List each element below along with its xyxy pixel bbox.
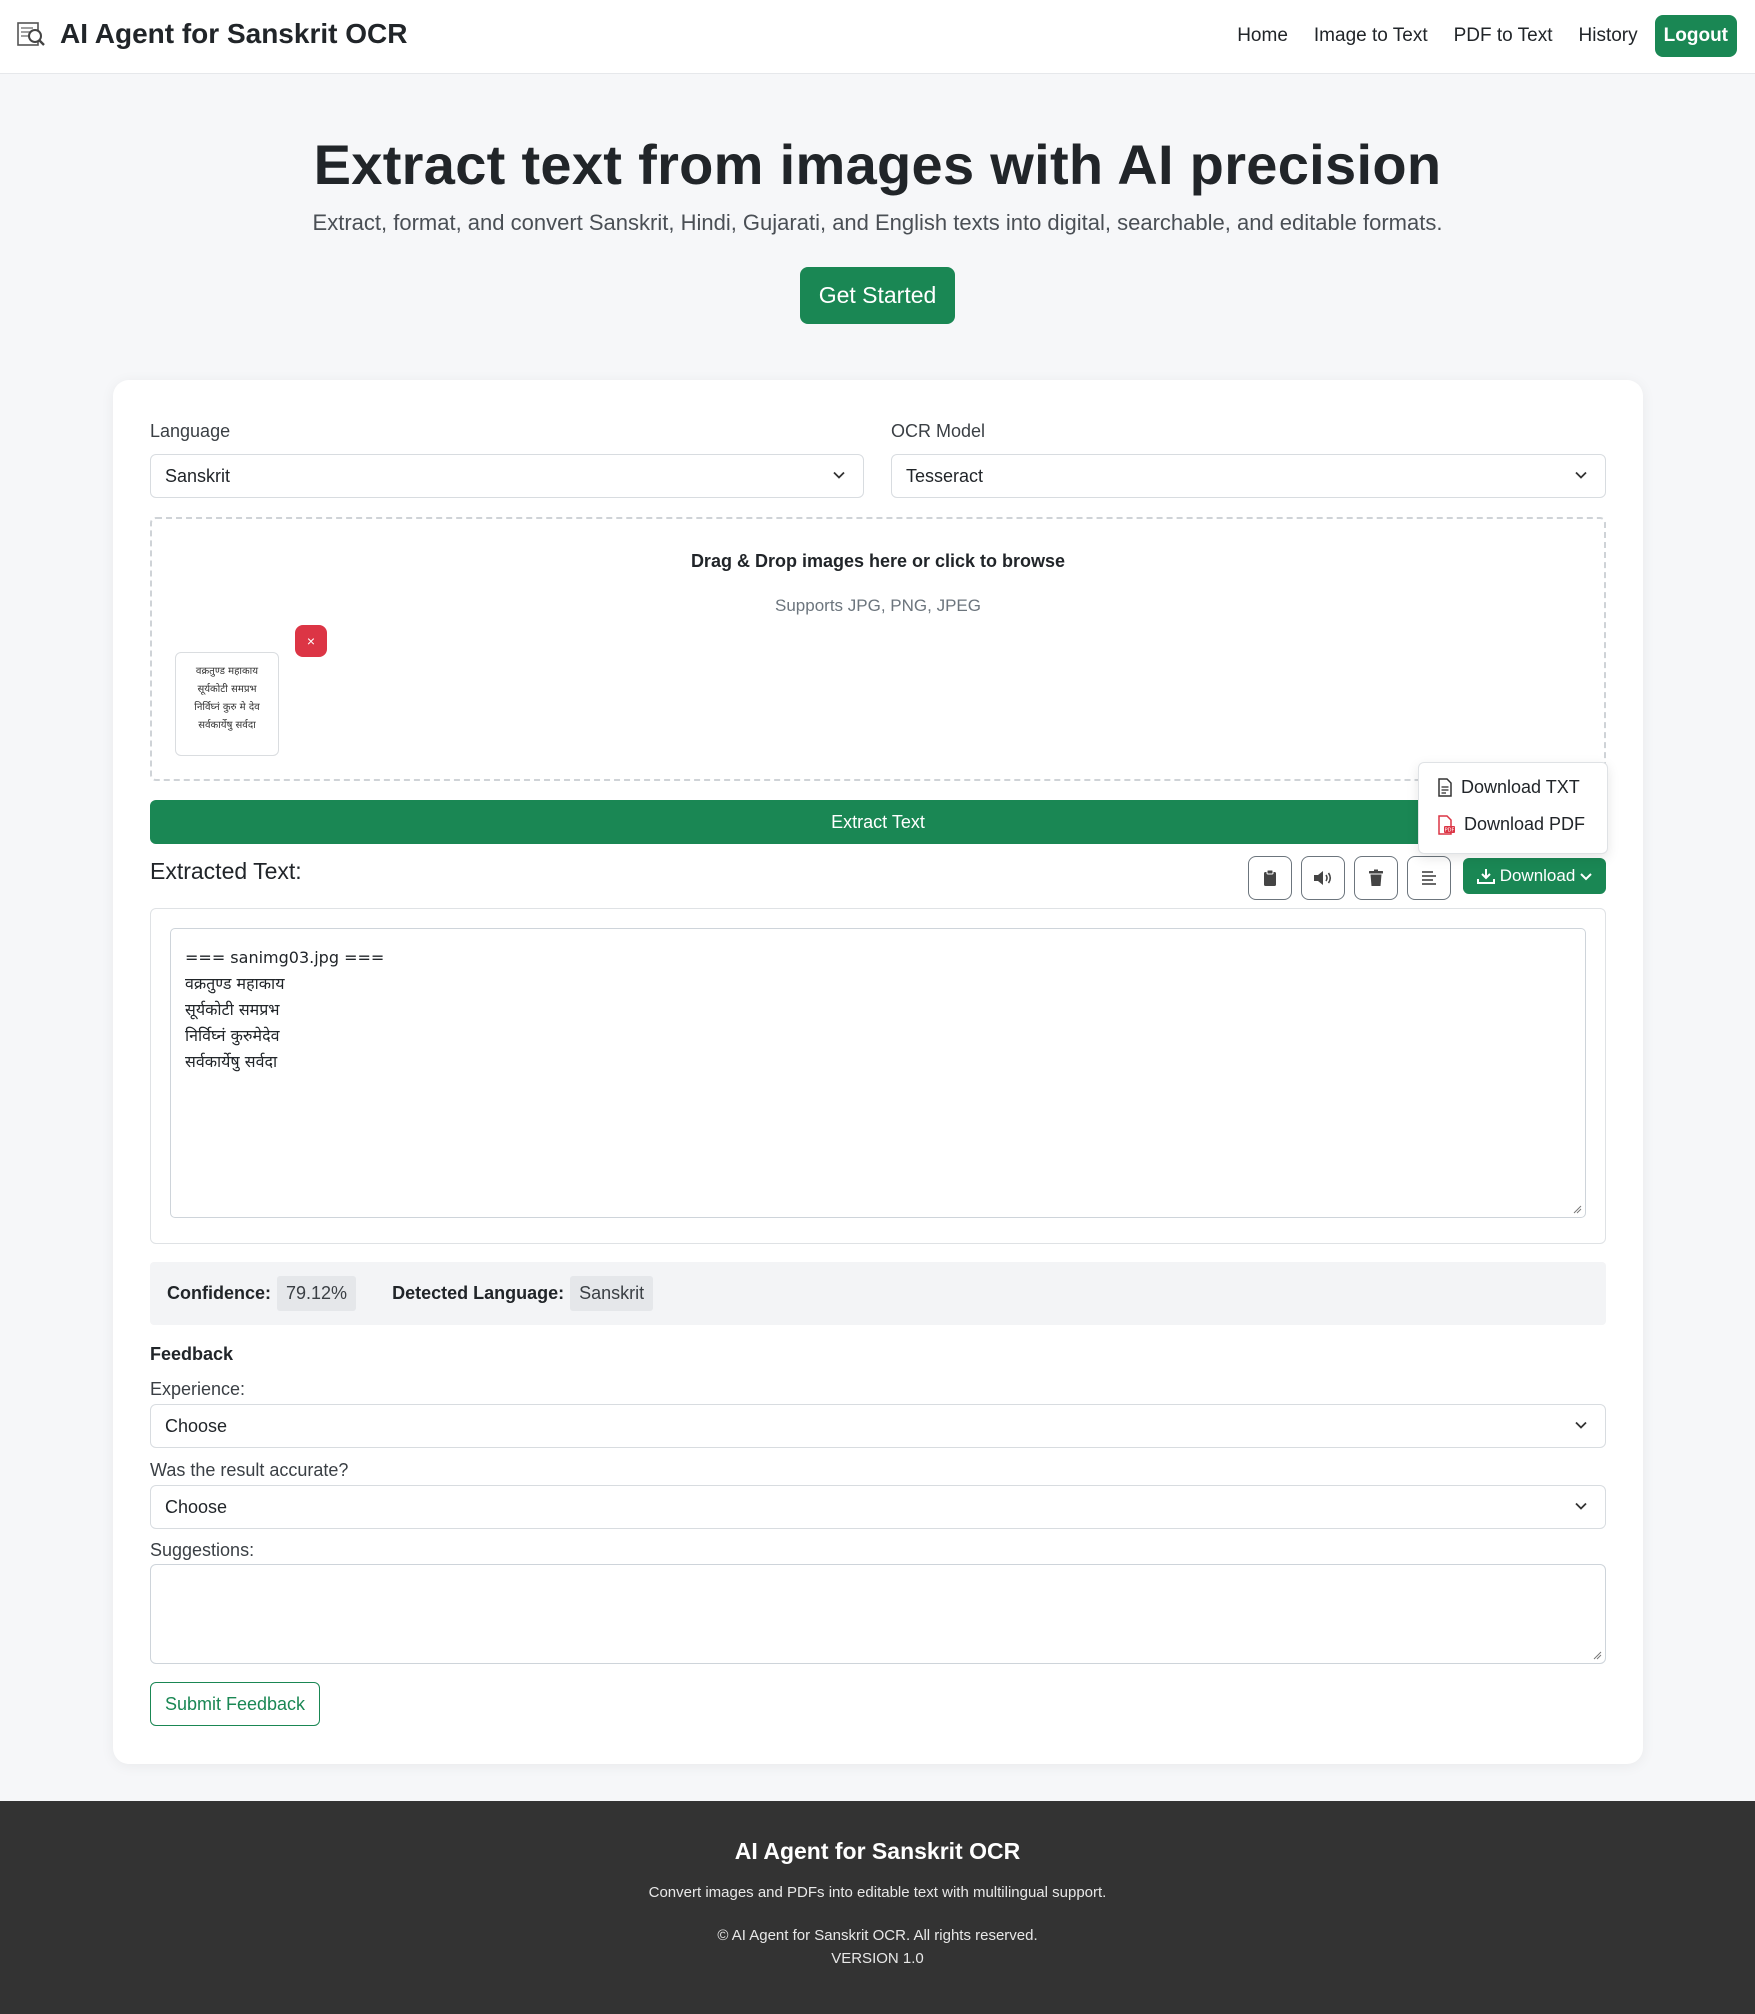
download-txt-label: Download TXT xyxy=(1461,777,1580,797)
download-menu: Download TXT PDF Download PDF xyxy=(1418,762,1608,854)
format-text-button[interactable] xyxy=(1407,856,1451,900)
accuracy-select-value: Choose xyxy=(165,1496,228,1517)
footer-title: AI Agent for Sanskrit OCR xyxy=(734,1838,1021,1864)
ocr-model-label: OCR Model xyxy=(891,421,986,441)
experience-select-value: Choose xyxy=(165,1415,228,1436)
experience-label: Experience: xyxy=(150,1379,246,1399)
dropzone-title: Drag & Drop images here or click to brow… xyxy=(690,551,1066,571)
footer-version: VERSION 1.0 xyxy=(831,1950,924,1967)
chevron-down-icon xyxy=(1575,471,1587,479)
get-started-button[interactable]: Get Started xyxy=(800,267,955,324)
ocr-model-select[interactable]: Tesseract xyxy=(891,454,1606,498)
extracted-text-area[interactable]: === sanimg03.jpg === वक्रतुण्ड महाकाय सू… xyxy=(170,928,1586,1218)
accuracy-label: Was the result accurate? xyxy=(150,1460,349,1480)
ocr-card: Language Sanskrit OCR Model Tesseract Dr… xyxy=(113,380,1643,1764)
align-left-icon xyxy=(1422,871,1436,885)
navbar: AI Agent for Sanskrit OCR Home Image to … xyxy=(0,0,1755,74)
experience-select[interactable]: Choose xyxy=(150,1404,1606,1448)
svg-text:PDF: PDF xyxy=(1445,827,1455,833)
thumbnail-text-line: वक्रतुण्ड महाकाय xyxy=(195,666,259,677)
extracted-text-title: Extracted Text: xyxy=(150,858,302,884)
copy-button[interactable] xyxy=(1248,856,1292,900)
nav-home[interactable]: Home xyxy=(1237,25,1288,47)
file-pdf-icon: PDF xyxy=(1438,814,1455,835)
suggestions-label: Suggestions: xyxy=(150,1540,255,1560)
hero-subtitle: Extract, format, and convert Sanskrit, H… xyxy=(312,210,1443,235)
submit-feedback-button[interactable]: Submit Feedback xyxy=(150,1682,320,1726)
download-pdf-item[interactable]: PDF Download PDF xyxy=(1437,814,1585,835)
resize-handle-icon[interactable] xyxy=(1572,1204,1582,1214)
thumbnail-text-line: सूर्यकोटी समप्रभ xyxy=(197,684,257,695)
uploaded-image-thumbnail: वक्रतुण्ड महाकाय सूर्यकोटी समप्रभ निर्वि… xyxy=(175,652,279,756)
text-line: वक्रतुण्ड महाकाय xyxy=(185,974,285,993)
confidence-label: Confidence: xyxy=(167,1283,272,1303)
download-button-label: Download xyxy=(1499,866,1576,885)
volume-icon xyxy=(1314,871,1332,885)
text-line: निर्विघ्नं कुरुमेदेव xyxy=(185,1026,280,1045)
language-select-value: Sanskrit xyxy=(165,465,231,486)
remove-image-button[interactable]: × xyxy=(295,625,327,657)
brand[interactable]: AI Agent for Sanskrit OCR xyxy=(16,18,407,50)
language-select[interactable]: Sanskrit xyxy=(150,454,864,498)
download-icon xyxy=(1476,869,1495,884)
clear-text-button[interactable] xyxy=(1354,856,1398,900)
feedback-heading: Feedback xyxy=(150,1344,234,1364)
download-dropdown-button[interactable]: Download xyxy=(1463,858,1606,894)
ocr-logo-icon xyxy=(17,22,45,46)
chevron-down-icon xyxy=(1575,1502,1587,1510)
chevron-down-icon xyxy=(1575,1421,1587,1429)
download-txt-item[interactable]: Download TXT xyxy=(1437,777,1580,798)
nav-links: Home Image to Text PDF to Text History L… xyxy=(1211,15,1737,57)
text-line: सर्वकार्येषु सर्वदा xyxy=(185,1052,278,1071)
dropzone-subtitle: Supports JPG, PNG, JPEG xyxy=(775,596,981,615)
brand-title: AI Agent for Sanskrit OCR xyxy=(60,18,408,49)
read-aloud-button[interactable] xyxy=(1301,856,1345,900)
chevron-down-icon xyxy=(1580,873,1593,881)
footer-copyright: © AI Agent for Sanskrit OCR. All rights … xyxy=(717,1927,1038,1944)
trash-icon xyxy=(1369,869,1383,886)
confidence-value: 79.12% xyxy=(277,1276,357,1311)
download-pdf-label: Download PDF xyxy=(1464,814,1586,834)
extract-text-button[interactable]: Extract Text xyxy=(150,800,1606,844)
image-dropzone[interactable]: Drag & Drop images here or click to brow… xyxy=(150,517,1606,781)
footer: AI Agent for Sanskrit OCR Convert images… xyxy=(0,1801,1755,2014)
file-text-icon xyxy=(1438,778,1452,797)
nav-history[interactable]: History xyxy=(1579,25,1638,47)
resize-handle-icon[interactable] xyxy=(1592,1650,1602,1660)
ocr-model-select-value: Tesseract xyxy=(906,465,984,486)
suggestions-textarea[interactable] xyxy=(150,1564,1606,1664)
result-meta-bar: Confidence: 79.12% Detected Language: Sa… xyxy=(150,1262,1606,1325)
extracted-text-panel: === sanimg03.jpg === वक्रतुण्ड महाकाय सू… xyxy=(150,908,1606,1244)
accuracy-select[interactable]: Choose xyxy=(150,1485,1606,1529)
thumbnail-text-line: सर्वकार्येषु सर्वदा xyxy=(198,720,256,731)
nav-pdf-to-text[interactable]: PDF to Text xyxy=(1454,25,1553,47)
clipboard-icon xyxy=(1264,869,1276,886)
footer-subtitle: Convert images and PDFs into editable te… xyxy=(648,1884,1107,1901)
chevron-down-icon xyxy=(833,471,845,479)
text-line: === sanimg03.jpg === xyxy=(185,948,385,967)
language-label: Language xyxy=(150,421,231,441)
thumbnail-text-line: निर्विघ्नं कुरु मे देव xyxy=(194,702,260,713)
detected-language-value: Sanskrit xyxy=(570,1276,654,1311)
hero-title: Extract text from images with AI precisi… xyxy=(313,133,1442,196)
nav-image-to-text[interactable]: Image to Text xyxy=(1314,25,1428,47)
text-line: सूर्यकोटी समप्रभ xyxy=(185,1000,280,1019)
detected-language-label: Detected Language: xyxy=(392,1283,565,1303)
logout-button[interactable]: Logout xyxy=(1654,15,1737,57)
